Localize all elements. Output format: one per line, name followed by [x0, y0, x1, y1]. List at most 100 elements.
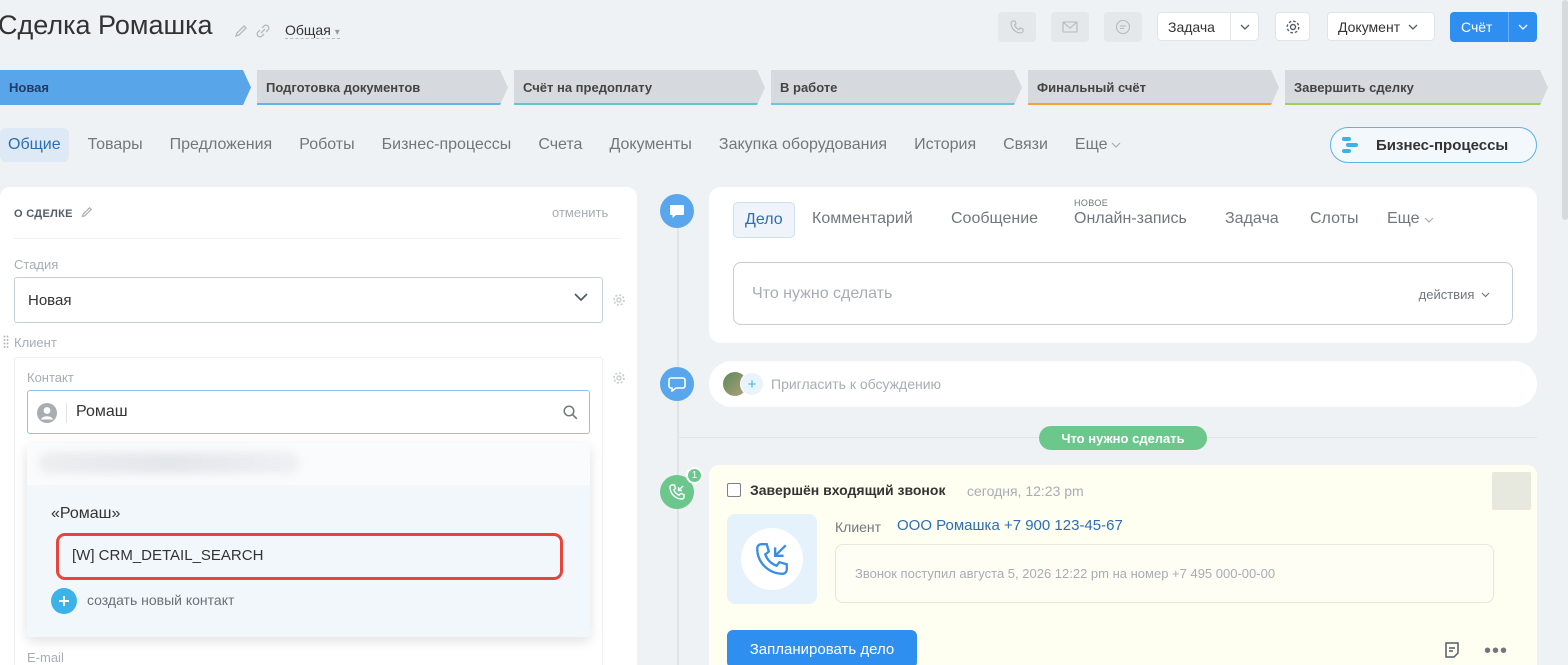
complete-checkbox[interactable]	[727, 483, 741, 497]
activity-tab-label: Комментарий	[812, 210, 913, 227]
category-selector[interactable]: Общая ▾	[285, 22, 340, 39]
email-label: E-mail	[27, 650, 64, 665]
search-result-item[interactable]: [W] CRM_DETAIL_SEARCH	[72, 547, 263, 564]
invoice-button[interactable]: Счёт	[1450, 12, 1537, 42]
tab-5[interactable]: Бизнес-процессы	[382, 128, 512, 162]
drag-handle-icon[interactable]	[3, 335, 9, 348]
new-badge: НОВОЕ	[1074, 198, 1109, 208]
activity-tab-label: Дело	[745, 211, 783, 228]
tab-7[interactable]: Документы	[609, 128, 691, 162]
chevron-down-icon	[1112, 142, 1121, 148]
tab-6[interactable]: Счета	[538, 128, 582, 162]
chevron-down-icon	[1408, 24, 1418, 30]
stage-4[interactable]: В работе	[771, 70, 1022, 105]
tab-9[interactable]: История	[914, 128, 976, 162]
tab-label: Связи	[1003, 136, 1048, 153]
tab-label: Товары	[87, 136, 143, 153]
stage-2[interactable]: Подготовка документов	[257, 70, 508, 105]
business-processes-button[interactable]: Бизнес-процессы	[1330, 127, 1537, 163]
cancel-link[interactable]: отменить	[552, 205, 608, 220]
discussion-node	[660, 367, 694, 401]
todo-input[interactable]: Что нужно сделать действия	[733, 262, 1513, 325]
counter-badge: 1	[686, 467, 703, 484]
tab-label: Счета	[538, 136, 583, 153]
stage-label: Счёт на предоплату	[523, 80, 653, 95]
link-icon[interactable]	[256, 24, 270, 38]
stage-select[interactable]: Новая	[14, 277, 603, 323]
tab-8[interactable]: Закупка оборудования	[719, 128, 887, 162]
todo-section-pill: Что нужно сделать	[1039, 426, 1207, 450]
stage-3[interactable]: Счёт на предоплату	[514, 70, 765, 105]
category-label: Общая	[285, 22, 331, 38]
note-icon[interactable]	[1443, 641, 1461, 659]
phone-icon	[1010, 20, 1024, 34]
stage-bar: Новая Подготовка документов Счёт на предоп…	[0, 70, 1545, 105]
chat-icon	[1115, 19, 1131, 35]
call-icon-circle	[741, 528, 803, 590]
plus-icon[interactable]	[51, 588, 77, 614]
call-button[interactable]	[998, 12, 1036, 42]
activity-tab-3[interactable]: Сообщение	[951, 210, 1038, 228]
gear-icon[interactable]	[612, 371, 626, 385]
call-client-label: Клиент	[835, 519, 882, 535]
tab-10[interactable]: Связи	[1003, 128, 1048, 162]
chevron-down-icon[interactable]	[1508, 12, 1537, 42]
workflow-icon	[1342, 137, 1358, 153]
pencil-icon[interactable]	[234, 24, 248, 38]
contact-search-value: Ромаш	[76, 403, 128, 420]
stage-label: Подготовка документов	[266, 80, 421, 95]
tab-11[interactable]: Еще	[1075, 128, 1122, 162]
activity-tab-5[interactable]: Задача	[1225, 210, 1279, 228]
activity-tab-1[interactable]: Дело	[733, 202, 795, 238]
activity-tab-label: Онлайн-запись	[1074, 210, 1187, 227]
actions-dropdown[interactable]: действия	[1419, 287, 1490, 302]
stage-1[interactable]: Новая	[0, 70, 251, 105]
chevron-down-icon[interactable]	[1230, 13, 1258, 40]
invite-label: Пригласить к обсуждению	[771, 376, 942, 392]
chevron-down-icon	[1481, 292, 1490, 298]
activity-tab-6[interactable]: Слоты	[1310, 210, 1358, 228]
more-icon[interactable]: •••	[1484, 640, 1508, 663]
tab-3[interactable]: Предложения	[170, 128, 273, 162]
activity-tab-7[interactable]: Еще	[1387, 210, 1434, 228]
add-participant-icon[interactable]: +	[740, 372, 764, 396]
invite-discussion-field[interactable]: + Пригласить к обсуждению	[709, 361, 1537, 407]
search-icon[interactable]	[563, 405, 578, 420]
activity-tab-4[interactable]: Онлайн-запись	[1074, 210, 1187, 228]
user-thumbnail[interactable]	[1492, 472, 1531, 510]
incoming-call-icon	[756, 543, 788, 575]
stage-6[interactable]: Завершить сделку	[1285, 70, 1548, 105]
call-title: Завершён входящий звонок	[750, 482, 946, 498]
document-button-label: Документ	[1338, 18, 1401, 35]
comment-icon	[670, 204, 684, 218]
call-client-link[interactable]: ООО Ромашка +7 900 123-45-67	[897, 517, 1123, 534]
document-button[interactable]: Документ	[1327, 12, 1435, 41]
create-contact-link[interactable]: создать новый контакт	[87, 592, 234, 608]
settings-button[interactable]	[1275, 12, 1310, 41]
gear-icon[interactable]	[612, 293, 626, 307]
call-icon-box	[727, 514, 817, 604]
invoice-button-label: Счёт	[1461, 19, 1493, 35]
todo-placeholder: Что нужно сделать	[752, 285, 893, 302]
activity-tab-2[interactable]: Комментарий	[812, 210, 913, 228]
tab-1[interactable]: Общие	[0, 128, 69, 162]
divider	[66, 403, 67, 423]
chevron-down-icon	[574, 293, 588, 302]
stage-5[interactable]: Финальный счёт	[1028, 70, 1279, 105]
task-button-label: Задача	[1168, 18, 1215, 35]
tab-label: Роботы	[299, 136, 355, 153]
tab-2[interactable]: Товары	[88, 128, 143, 162]
business-processes-label: Бизнес-процессы	[1376, 136, 1509, 154]
contact-search-input[interactable]: Ромаш	[27, 390, 590, 434]
scrollbar[interactable]	[1562, 0, 1568, 220]
email-button[interactable]	[1051, 12, 1089, 42]
chat-button[interactable]	[1104, 12, 1142, 42]
tab-4[interactable]: Роботы	[299, 128, 354, 162]
tab-label: Общие	[8, 136, 61, 153]
task-button[interactable]: Задача	[1157, 12, 1259, 41]
pencil-icon[interactable]	[81, 206, 93, 218]
plan-activity-button[interactable]: Запланировать дело	[727, 630, 917, 665]
tab-label: Предложения	[169, 136, 273, 153]
search-query-label: «Ромаш»	[51, 505, 121, 522]
divider	[14, 238, 622, 239]
